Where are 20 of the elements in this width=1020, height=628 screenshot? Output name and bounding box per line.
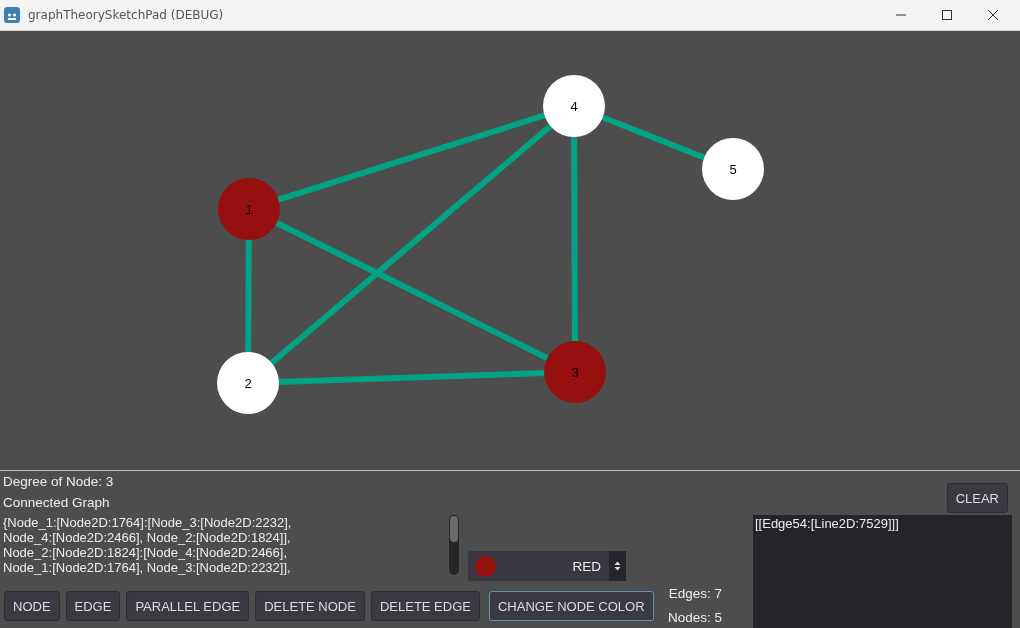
graph-node[interactable]: 2: [217, 352, 279, 414]
nodes-count: Nodes: 5: [667, 610, 722, 626]
action-button[interactable]: DELETE NODE: [255, 591, 365, 621]
color-dropdown[interactable]: RED: [468, 551, 626, 581]
log-line: [[Edge54:[Line2D:7529]]]: [755, 516, 900, 531]
window-title: graphTheorySketchPad (DEBUG): [28, 8, 225, 22]
app-icon: [4, 7, 20, 23]
adjacency-text: {Node_1:[Node2D:1764]:[Node_3:[Node2D:2232], Node_4:[Node2D:2466], Node_2:[Node2D:1824]], Node_2:[Node2D:1824]:[Node_4:[Node2D:2466], Node_1:[Node2D:1764], Node_3:[Node2D:2232]],: [3, 515, 293, 577]
graph-node[interactable]: 4: [543, 75, 605, 137]
connectivity-label: Connected Graph: [3, 495, 110, 511]
action-button[interactable]: PARALLEL EDGE: [126, 591, 250, 621]
action-button[interactable]: EDGE: [65, 591, 121, 621]
edges-count: Edges: 7: [668, 586, 722, 602]
degree-label: Degree of Node: 3: [3, 474, 114, 490]
action-button[interactable]: DELETE EDGE: [370, 591, 480, 621]
graph-node[interactable]: 5: [702, 138, 764, 200]
action-button[interactable]: NODE: [4, 591, 60, 621]
scrollbar-thumb[interactable]: [450, 516, 458, 542]
action-button[interactable]: CHANGE NODE COLOR: [488, 591, 654, 621]
clear-button[interactable]: CLEAR: [946, 483, 1008, 513]
